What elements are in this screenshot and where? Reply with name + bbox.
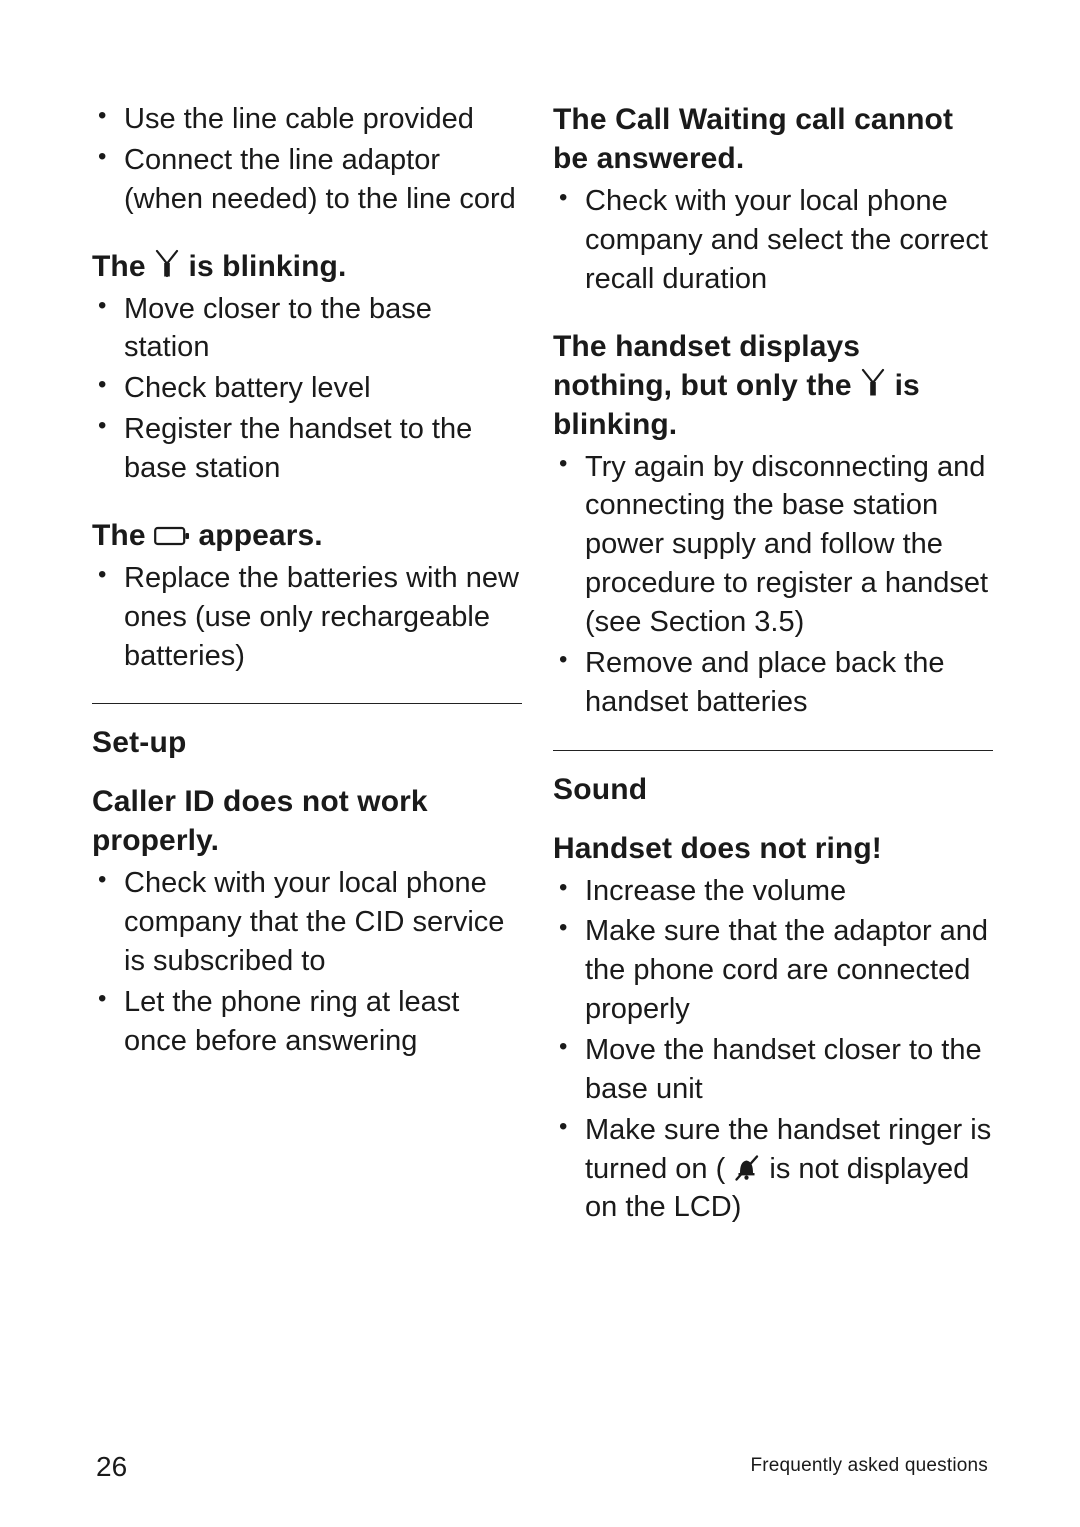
antenna-icon	[154, 248, 180, 278]
document-page: Use the line cable provided Connect the …	[0, 0, 1080, 1527]
question-heading-battery-appears: The appears.	[92, 516, 522, 555]
bullet-text: Increase the volume	[585, 874, 847, 907]
heading-line-1: The handset displays	[553, 329, 861, 363]
battery-appears-bullets: Replace the batteries with new ones (use…	[92, 557, 522, 676]
heading-text-after: appears.	[198, 518, 323, 552]
antenna-blinking-bullets: Move closer to the base station Check ba…	[92, 288, 522, 488]
heading-line-3: blinking.	[553, 407, 678, 441]
bullet-text: Use the line cable provided	[124, 103, 474, 135]
list-item: Move closer to the base station	[92, 288, 522, 368]
page-footer: 26 Frequently asked questions	[0, 1443, 1080, 1483]
footer-title: Frequently asked questions	[750, 1455, 988, 1476]
section-title-setup: Set-up	[92, 726, 187, 760]
list-item: Increase the volume	[553, 870, 993, 911]
question-heading-handset-displays-nothing: The handset displays nothing, but only t…	[553, 327, 993, 444]
battery-empty-icon	[154, 524, 190, 548]
page-number: 26	[96, 1451, 128, 1482]
bullet-text: Connect the line adaptor (when needed) t…	[124, 143, 516, 215]
antenna-icon	[860, 367, 886, 397]
section-divider-left	[92, 703, 522, 705]
left-column: Use the line cable provided Connect the …	[92, 98, 522, 1089]
list-item: Check battery level	[92, 367, 522, 408]
list-item: Let the phone ring at least once before …	[92, 981, 522, 1061]
list-item: Check with your local phone company that…	[92, 862, 522, 981]
list-item: Make sure the handset ringer is turned o…	[553, 1109, 993, 1228]
left-top-bullet-list: Use the line cable provided Connect the …	[92, 98, 522, 219]
heading-text-after: is blinking.	[188, 249, 347, 283]
question-heading-call-waiting: The Call Waiting call cannot be answered…	[553, 103, 954, 175]
call-waiting-bullets: Check with your local phone company and …	[553, 180, 993, 299]
handset-displays-nothing-bullets: Try again by disconnecting and connectin…	[553, 446, 993, 722]
list-item: Make sure that the adaptor and the phone…	[553, 910, 993, 1029]
bullet-text: Remove and place back the handset batter…	[585, 646, 945, 718]
caller-id-bullets: Check with your local phone company that…	[92, 862, 522, 1061]
list-item: Connect the line adaptor (when needed) t…	[92, 139, 522, 219]
list-item: Remove and place back the handset batter…	[553, 642, 993, 722]
bullet-text: Check battery level	[124, 372, 371, 405]
question-heading-caller-id: Caller ID does not work properly.	[92, 785, 428, 858]
heading-text-before: The	[92, 249, 146, 283]
ringer-off-icon	[733, 1153, 761, 1183]
bullet-text: Move closer to the base station	[124, 292, 432, 364]
section-divider-right	[553, 749, 993, 751]
section-title-sound: Sound	[553, 772, 648, 806]
bullet-text: Move the handset closer to the base unit	[585, 1034, 982, 1105]
question-heading-antenna-blinking: The is blinking.	[92, 247, 522, 286]
bullet-text: Make sure that the adaptor and the phone…	[585, 915, 989, 1026]
list-item: Use the line cable provided	[92, 98, 522, 139]
bullet-text: Let the phone ring at least once before …	[124, 986, 460, 1057]
bullet-text: Check with your local phone company that…	[124, 867, 505, 978]
question-heading-handset-not-ring: Handset does not ring!	[553, 831, 882, 865]
bullet-text: Check with your local phone company and …	[585, 185, 988, 295]
list-item: Register the handset to the base station	[92, 408, 522, 488]
list-item: Move the handset closer to the base unit	[553, 1029, 993, 1109]
heading-text-after: is	[894, 368, 920, 402]
right-column: The Call Waiting call cannot be answered…	[553, 100, 993, 1255]
heading-text-before: nothing, but only the	[553, 368, 852, 402]
heading-text-before: The	[92, 518, 146, 552]
handset-not-ring-bullets: Increase the volume Make sure that the a…	[553, 870, 993, 1228]
list-item: Check with your local phone company and …	[553, 180, 993, 299]
bullet-text: Try again by disconnecting and connectin…	[585, 450, 989, 639]
list-item: Try again by disconnecting and connectin…	[553, 446, 993, 642]
bullet-text: Replace the batteries with new ones (use…	[124, 561, 519, 672]
bullet-text: Register the handset to the base station	[124, 413, 473, 485]
list-item: Replace the batteries with new ones (use…	[92, 557, 522, 676]
